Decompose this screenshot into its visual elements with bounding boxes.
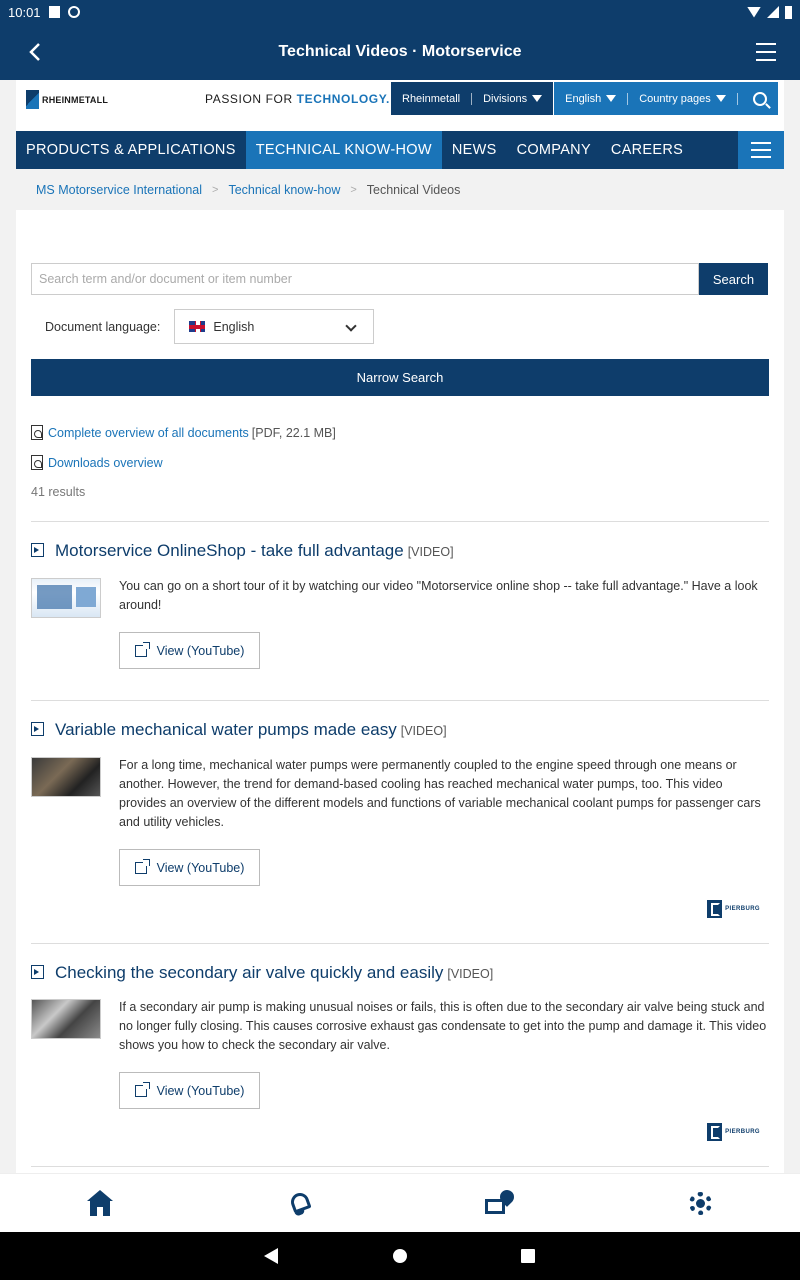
document-language-label: Document language:: [45, 319, 161, 334]
pdf-icon: [31, 425, 43, 440]
pierburg-logo-icon: [707, 900, 723, 918]
chevron-down-icon: [345, 320, 358, 332]
result-item: Variable mechanical water pumps made eas…: [31, 720, 769, 918]
document-language-select[interactable]: English: [174, 309, 375, 344]
caret-down-icon: [715, 95, 726, 102]
breadcrumb-separator: >: [212, 183, 219, 196]
view-youtube-button[interactable]: View (YouTube): [119, 1072, 260, 1109]
page: RHEINMETALL PASSION FOR TECHNOLOGY. Rhei…: [16, 80, 784, 1173]
view-youtube-button[interactable]: View (YouTube): [119, 849, 260, 886]
rheinmetall-logo[interactable]: RHEINMETALL: [26, 90, 108, 109]
mainnav-company[interactable]: COMPANY: [507, 131, 601, 169]
app-bar: Technical Videos · Motorservice: [0, 24, 800, 80]
mainnav-technical-know-how[interactable]: TECHNICAL KNOW-HOW: [245, 131, 442, 169]
back-arrow-icon[interactable]: [24, 40, 48, 64]
bottom-nav: [0, 1173, 800, 1232]
mail-location-icon[interactable]: [485, 1187, 517, 1218]
results-count: 41 results: [31, 485, 86, 499]
system-back-icon[interactable]: [264, 1248, 278, 1264]
breadcrumb-separator: >: [350, 183, 357, 196]
video-thumbnail[interactable]: [31, 999, 101, 1039]
divider: [31, 943, 769, 944]
topnav-language[interactable]: English: [554, 82, 627, 115]
system-recents-icon[interactable]: [521, 1249, 535, 1263]
site-menu-icon[interactable]: [738, 131, 784, 169]
breadcrumb: MS Motorservice International > Technica…: [16, 169, 784, 210]
pierburg-logo-icon: [707, 1123, 723, 1141]
view-youtube-button[interactable]: View (YouTube): [119, 632, 260, 669]
topnav-divisions[interactable]: Divisions: [472, 82, 553, 115]
document-language-row: Document language: English: [45, 309, 375, 344]
breadcrumb-know-how[interactable]: Technical know-how: [228, 183, 340, 197]
downloads-overview-link[interactable]: Downloads overview: [31, 455, 163, 470]
document-language-value: English: [213, 319, 255, 334]
mainnav-news[interactable]: NEWS: [442, 131, 507, 169]
system-nav-bar: [0, 1232, 800, 1280]
complete-overview-link[interactable]: Complete overview of all documents [PDF,…: [31, 425, 336, 440]
sync-icon: [67, 6, 80, 18]
search-row: Search: [31, 263, 768, 295]
webview: RHEINMETALL PASSION FOR TECHNOLOGY. Rhei…: [0, 80, 800, 1173]
sim-card-icon: [48, 6, 60, 18]
topnav-rheinmetall[interactable]: Rheinmetall: [391, 82, 471, 115]
divider: [31, 521, 769, 522]
rheinmetall-logo-icon: [26, 90, 39, 109]
video-thumbnail[interactable]: [31, 578, 101, 618]
breadcrumb-home[interactable]: MS Motorservice International: [36, 183, 202, 197]
divider: [31, 1166, 769, 1167]
topnav-country-pages[interactable]: Country pages: [628, 82, 737, 115]
topnav-search[interactable]: [738, 82, 778, 115]
item-tag: [VIDEO]: [407, 545, 454, 559]
search-icon: [752, 91, 767, 106]
bell-icon[interactable]: [286, 1190, 316, 1218]
status-bar: 10:01: [0, 0, 800, 24]
result-item: Checking the secondary air valve quickly…: [31, 963, 769, 1141]
item-description: If a secondary air pump is making unusua…: [119, 1000, 767, 1052]
top-nav: Rheinmetall Divisions English Country pa…: [391, 82, 778, 115]
breadcrumb-current: Technical Videos: [366, 182, 461, 197]
pierburg-logo: PIERBURG: [707, 1123, 760, 1141]
search-input[interactable]: [31, 263, 699, 295]
video-thumbnail[interactable]: [31, 757, 101, 797]
narrow-search-button[interactable]: Narrow Search: [31, 359, 769, 396]
home-icon[interactable]: [86, 1190, 116, 1218]
item-title[interactable]: Motorservice OnlineShop - take full adva…: [55, 541, 404, 561]
item-description: You can go on a short tour of it by watc…: [119, 579, 758, 612]
app-title: Technical Videos · Motorservice: [278, 43, 522, 60]
external-link-icon: [134, 1081, 150, 1097]
video-icon: [31, 965, 44, 979]
slogan: PASSION FOR TECHNOLOGY.: [205, 92, 390, 106]
status-time: 10:01: [8, 4, 41, 20]
logo-text: RHEINMETALL: [42, 94, 109, 105]
pierburg-logo: PIERBURG: [707, 900, 760, 918]
item-tag: [VIDEO]: [447, 967, 494, 981]
battery-icon: [785, 5, 792, 19]
caret-down-icon: [606, 95, 617, 102]
main-nav: PRODUCTS & APPLICATIONS TECHNICAL KNOW-H…: [16, 131, 784, 169]
hamburger-menu-icon[interactable]: [756, 43, 776, 61]
external-link-icon: [134, 858, 150, 874]
item-description: For a long time, mechanical water pumps …: [119, 758, 761, 829]
uk-flag-icon: [189, 321, 206, 332]
system-home-icon[interactable]: [393, 1249, 407, 1263]
external-link-icon: [134, 641, 150, 657]
wifi-icon: [747, 6, 761, 18]
mainnav-products[interactable]: PRODUCTS & APPLICATIONS: [16, 131, 246, 169]
item-tag: [VIDEO]: [400, 724, 447, 738]
divider: [31, 700, 769, 701]
gear-icon[interactable]: [686, 1190, 716, 1218]
video-icon: [31, 543, 44, 557]
item-title[interactable]: Variable mechanical water pumps made eas…: [55, 720, 397, 740]
signal-icon: [767, 6, 779, 18]
mainnav-careers[interactable]: CAREERS: [601, 131, 693, 169]
pdf-icon: [31, 455, 43, 470]
item-title[interactable]: Checking the secondary air valve quickly…: [55, 963, 443, 983]
result-item: Motorservice OnlineShop - take full adva…: [31, 541, 769, 669]
site-topbar: RHEINMETALL PASSION FOR TECHNOLOGY. Rhei…: [16, 80, 784, 115]
video-icon: [31, 722, 44, 736]
caret-down-icon: [532, 95, 543, 102]
search-button[interactable]: Search: [699, 263, 768, 295]
